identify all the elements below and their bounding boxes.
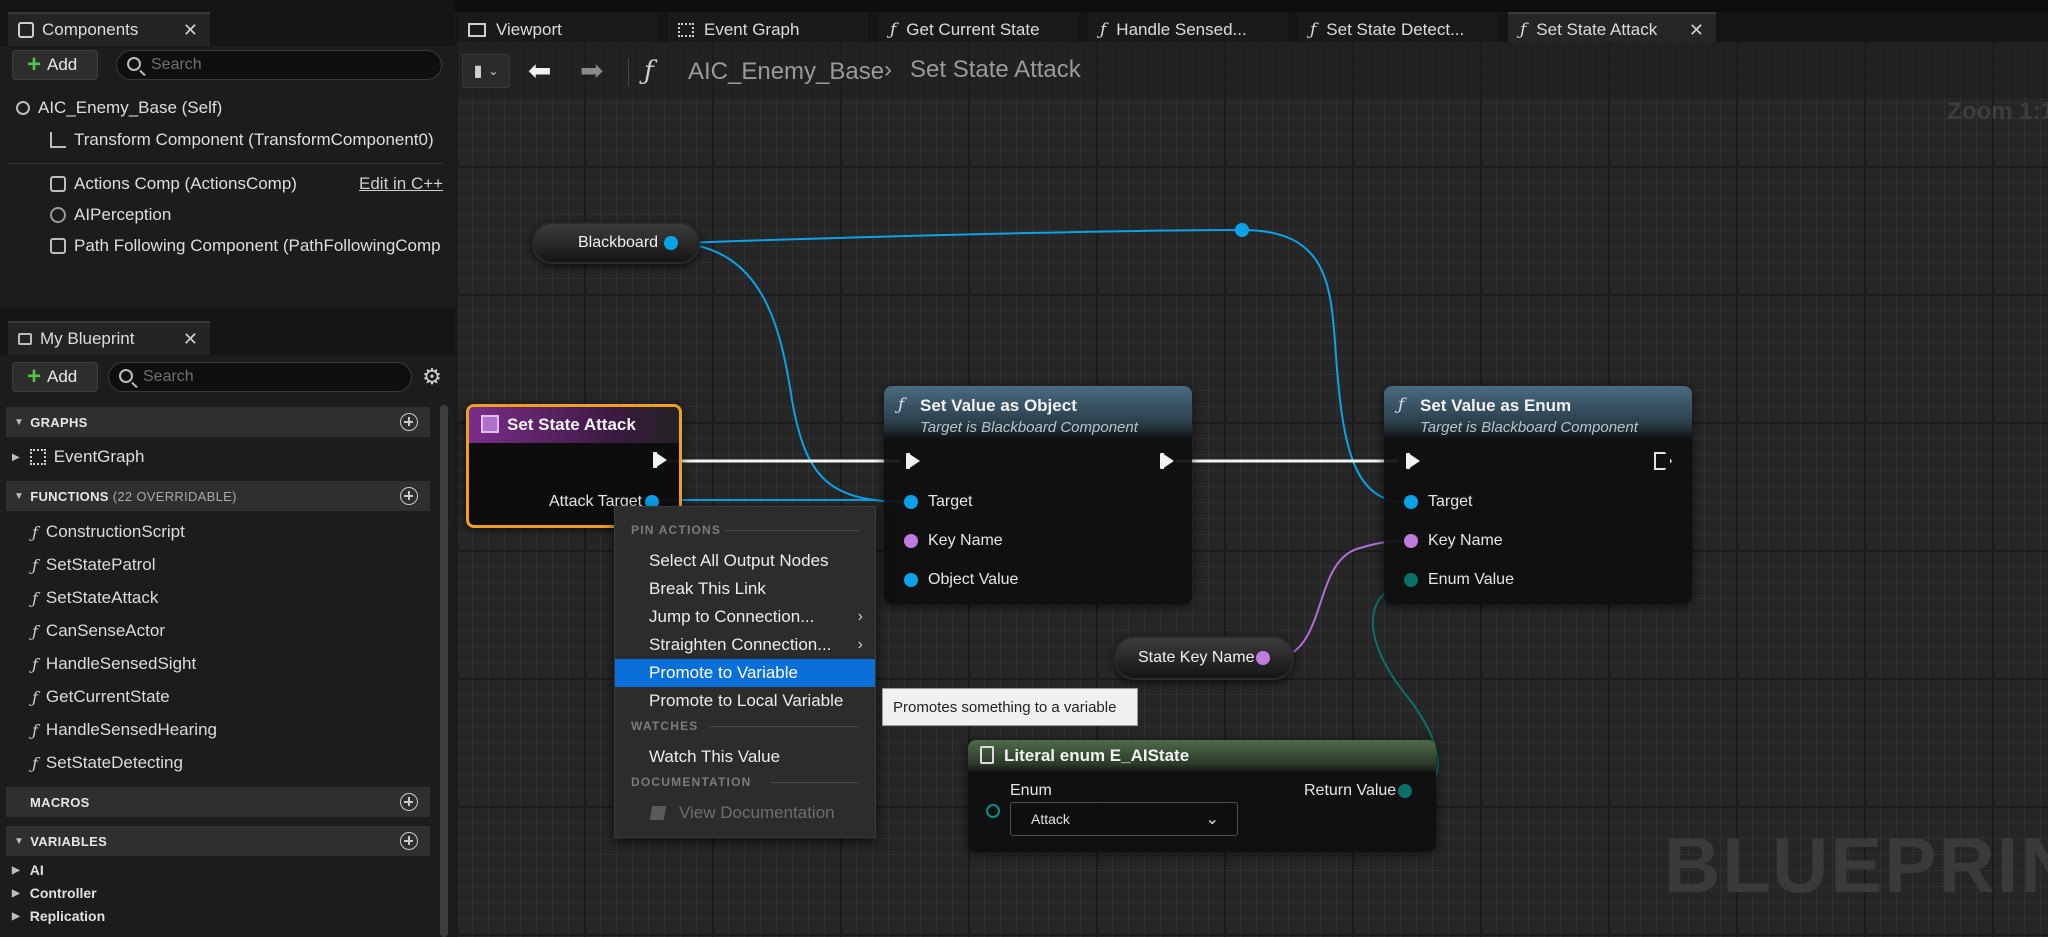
blueprint-editor: Components ✕ + Add Search AIC_Enemy_Base… [0,0,2048,937]
literal-enum-title: Literal enum E_AIState [1004,746,1190,765]
state-key-name-getter-node[interactable]: State Key Name [1114,636,1294,680]
literal-enum-node[interactable]: Literal enum E_AIState Enum Attack ⌄ Ret… [968,740,1436,852]
menu-section-line [709,726,859,727]
exec-out-pin[interactable] [1160,453,1174,469]
target-label: Target [1428,493,1473,510]
menu-item-label: Promote to Variable [649,663,798,682]
menu-section-header: PIN ACTIONS [631,523,722,537]
node-subtitle: Target is Blackboard Component [1420,419,1638,436]
menu-item-label: Break This Link [649,579,766,598]
state-key-name-label: State Key Name [1138,649,1255,666]
blackboard-getter-node[interactable]: Blackboard [532,222,700,264]
menu-item-jump-to-connection[interactable]: Jump to Connection... › [615,603,875,631]
menu-item-break-link[interactable]: Break This Link [615,575,875,603]
exec-out-pin[interactable] [1654,452,1672,470]
key-name-label: Key Name [1428,532,1503,549]
wire-blackboard-object-target [679,242,911,503]
reroute-node [1235,223,1249,237]
key-name-pin[interactable] [1404,534,1418,548]
enum-value-pin[interactable] [1404,573,1418,587]
event-entry-icon [481,415,499,433]
target-label: Target [928,493,973,510]
enum-value-dropdown[interactable]: Attack ⌄ [1010,802,1238,836]
entry-node-title: Set State Attack [507,415,636,434]
function-icon: ƒ [898,395,905,415]
submenu-arrow-icon: › [857,608,863,625]
return-value-pin[interactable] [1398,784,1412,798]
exec-in-pin[interactable] [906,453,920,469]
menu-section-header: DOCUMENTATION [631,775,752,789]
enum-value-label: Enum Value [1428,571,1514,588]
documentation-icon [649,806,667,820]
blackboard-label: Blackboard [578,234,659,251]
menu-item-view-documentation[interactable]: View Documentation [615,799,875,827]
document-icon [980,746,994,764]
set-value-as-enum-node[interactable]: ƒ Set Value as Enum Target is Blackboard… [1384,386,1692,604]
entry-exec-out-pin[interactable] [653,452,667,468]
set-value-as-object-node[interactable]: ƒ Set Value as Object Target is Blackboa… [884,386,1192,604]
wire-blackboard-reroute [679,229,1243,244]
node-title: Set Value as Object [920,396,1077,415]
function-icon: ƒ [1398,395,1405,415]
menu-item-label: Jump to Connection... [649,607,815,626]
return-value-label: Return Value [1304,782,1397,799]
menu-item-label: Promote to Local Variable [649,691,844,710]
node-subtitle: Target is Blackboard Component [920,419,1138,436]
key-name-label: Key Name [928,532,1003,549]
key-name-pin[interactable] [904,534,918,548]
menu-section-header: WATCHES [631,719,699,733]
menu-item-label: Straighten Connection... [649,635,832,654]
menu-item-label: View Documentation [679,803,835,822]
submenu-arrow-icon: › [857,636,863,653]
menu-item-straighten-connection[interactable]: Straighten Connection... › [615,631,875,659]
target-pin[interactable] [904,495,918,509]
enum-dropdown-value: Attack [1031,811,1070,827]
menu-item-promote-to-local-variable[interactable]: Promote to Local Variable [615,687,875,715]
target-pin[interactable] [1404,495,1418,509]
object-value-label: Object Value [928,571,1019,588]
menu-item-promote-to-variable[interactable]: Promote to Variable [615,659,875,687]
node-title: Set Value as Enum [1420,396,1572,415]
menu-item-select-all-output[interactable]: Select All Output Nodes [615,547,875,575]
chevron-down-icon: ⌄ [1205,811,1219,828]
menu-item-label: Watch This Value [649,747,781,766]
menu-section-line [725,530,859,531]
enum-input-label: Enum [1010,782,1052,799]
menu-item-label: Select All Output Nodes [649,551,829,570]
pin-context-menu: PIN ACTIONS Select All Output Nodes Brea… [614,506,876,838]
enum-input-pin[interactable] [986,804,1000,818]
menu-section-line [771,782,859,783]
state-key-name-pin[interactable] [1256,651,1270,665]
object-value-pin[interactable] [904,573,918,587]
menu-item-watch-value[interactable]: Watch This Value [615,743,875,771]
exec-in-pin[interactable] [1406,453,1420,469]
tooltip: Promotes something to a variable [882,688,1138,726]
blackboard-pin[interactable] [664,236,678,250]
